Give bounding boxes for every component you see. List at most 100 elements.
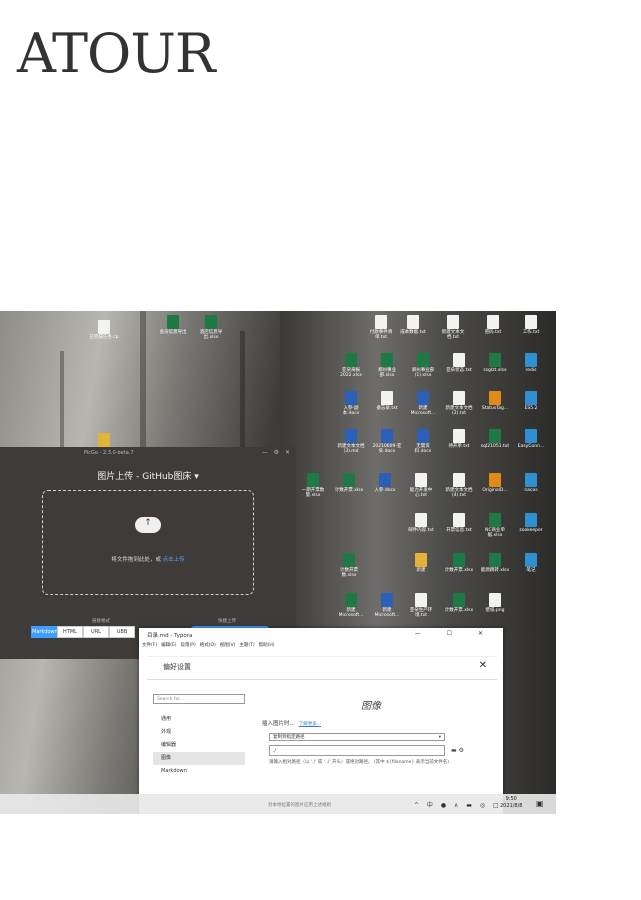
desktop-icon[interactable]: 亚朵海报2022.xlsx	[336, 353, 366, 378]
desktop-icon[interactable]: 密码.txt	[478, 315, 508, 335]
desktop-icon[interactable]: 无需资料.docx	[408, 429, 438, 454]
desktop-icon[interactable]: 新建文本文档(3).md	[336, 429, 366, 454]
desktop-icon-label: 会员信息导出	[159, 330, 187, 335]
preferences-search-input[interactable]: Search for...	[153, 694, 245, 704]
desktop-icon-label: 20210609-亚朵.docx	[372, 444, 402, 454]
desktop-icon[interactable]: 会员信息导出	[158, 315, 188, 335]
desktop-icon[interactable]: 郑州事业部.xlsx	[372, 353, 402, 378]
desktop-icon[interactable]: 开票信息.txt	[444, 513, 474, 533]
folder-settings-icons[interactable]: ▬ ⚙	[451, 747, 464, 754]
desktop-icon[interactable]: nacos	[516, 473, 546, 493]
menu-item[interactable]: 文件(F)	[142, 642, 157, 648]
desktop-icon[interactable]: 计数开票.xlsx	[444, 553, 474, 573]
format-button-url[interactable]: URL	[83, 626, 109, 638]
desktop-icon[interactable]: 成本数据.txt	[398, 315, 428, 335]
desktop-icon[interactable]: 邮件内容.txt	[406, 513, 436, 533]
desktop-icon[interactable]: redis	[516, 353, 546, 373]
desktop-icon[interactable]: ES5.2	[516, 391, 546, 411]
format-button-markdown[interactable]: Markdown	[31, 626, 58, 638]
taskbar-clock[interactable]: 9:50 2021/8/8	[500, 796, 522, 810]
file-icon	[307, 473, 319, 487]
picgo-upload-heading[interactable]: 图片上传 - GitHub图床 ▾	[0, 469, 296, 482]
desktop-icon[interactable]: 入参.docx	[370, 473, 400, 493]
desktop-icon[interactable]: 新建 Microsoft...	[336, 593, 366, 618]
desktop-icon[interactable]: StatusTag...	[480, 391, 510, 411]
format-button-html[interactable]: HTML	[57, 626, 83, 638]
desktop-icon-label: 新建	[416, 568, 426, 573]
file-icon	[375, 315, 387, 329]
file-icon	[447, 315, 459, 329]
desktop-icon[interactable]: 新建 Microsoft...	[408, 391, 438, 416]
image-rule-checkbox-label: 对本地位置的图片应用上述规则	[268, 803, 331, 808]
desktop-icon[interactable]: 能力开发中心.txt	[406, 473, 436, 498]
insert-image-text: 插入图片时...	[262, 721, 295, 727]
click-upload-link[interactable]: 点击上传	[163, 557, 185, 563]
sidebar-item[interactable]: 外观	[153, 726, 245, 739]
sidebar-item[interactable]: 图像	[153, 752, 245, 765]
desktop-icon-label: 新建 Microsoft...	[374, 608, 400, 618]
desktop-icon-label: 亚朵海报2022.xlsx	[340, 368, 362, 378]
desktop-icon[interactable]: 付款事件清单.txt	[366, 315, 396, 340]
image-path-input[interactable]: ./	[269, 745, 445, 756]
desktop-icon-label: 新建 Microsoft...	[338, 608, 364, 618]
close-icon[interactable]: ✕	[479, 660, 487, 671]
desktop-icon[interactable]: ssglzt.xlsx	[480, 353, 510, 373]
desktop-icon[interactable]: 能源跳转.xlsx	[480, 553, 510, 573]
desktop-icon[interactable]: 计数开票.xlsx	[334, 473, 364, 493]
desktop-icon[interactable]: 壁纸.png	[480, 593, 510, 613]
desktop-icon[interactable]: 新建 Microsoft...	[372, 593, 402, 618]
desktop-icon[interactable]: OriginalD...	[480, 473, 510, 493]
desktop-icon-label: 郑州事业部.xlsx	[378, 368, 396, 378]
desktop-icon[interactable]: 工作.txt	[516, 315, 546, 335]
desktop-icon[interactable]: 待开单.txt	[444, 429, 474, 449]
desktop-icon[interactable]: zookeeper	[516, 513, 546, 533]
notification-icon[interactable]: ▣	[536, 799, 544, 808]
clock-time: 9:50	[505, 796, 517, 802]
desktop-icon[interactable]: sql21051.txt	[480, 429, 510, 449]
desktop-icon[interactable]: 新建	[406, 553, 436, 573]
desktop-icon[interactable]: 一期开票数量.xlsx	[298, 473, 328, 498]
file-icon	[415, 593, 427, 607]
desktop-icon[interactable]: 新建文本文档(2).txt	[444, 391, 474, 416]
desktop-icon[interactable]: 入参-副本.docx	[336, 391, 366, 416]
desktop-icon[interactable]: 亚朵状态.txt	[444, 353, 474, 373]
desktop-icon[interactable]: 20210609-亚朵.docx	[372, 429, 402, 454]
typora-window[interactable]: 目录.md - Typora — ☐ ✕ 文件(F) 编辑(E) 段落(P) 格式(O…	[139, 628, 503, 814]
format-button-ubb[interactable]: UBB	[109, 626, 135, 638]
desktop-icon[interactable]: 计数开票数.xlsx	[334, 553, 364, 578]
desktop-icon[interactable]: EasyConn...	[516, 429, 546, 449]
desktop-icon[interactable]: 笔记	[516, 553, 546, 573]
learn-more-link[interactable]: 了解更多...	[299, 722, 321, 727]
system-tray-icons[interactable]: ^ 中 ● ∧ ▬ ◎ □	[414, 800, 502, 809]
desktop-icon[interactable]: 新建文本文档.txt	[438, 315, 468, 340]
menu-item[interactable]: 视图(V)	[220, 642, 236, 648]
sidebar-item[interactable]: 通用	[153, 713, 245, 726]
desktop-icon[interactable]: 计数开票.xlsx	[444, 593, 474, 613]
desktop-icon[interactable]: 已完成任务.cp	[89, 320, 119, 340]
desktop-icon-label: 壁纸.png	[485, 608, 505, 613]
sidebar-item[interactable]: Markdown	[153, 765, 245, 778]
menu-item[interactable]: 段落(P)	[180, 642, 195, 648]
desktop-icon[interactable]: 郑州事业部(1).xlsx	[408, 353, 438, 378]
typora-window-controls[interactable]: — ☐ ✕	[415, 630, 495, 637]
preferences-sidebar: 通用 外观 编辑器 图像 Markdown	[153, 713, 245, 778]
file-icon	[489, 593, 501, 607]
desktop-icon-label: 计数开票.xlsx	[444, 568, 474, 573]
picgo-window-controls[interactable]: — ⚙ ✕	[262, 449, 292, 456]
desktop-icon[interactable]: 备忘录.txt	[372, 391, 402, 411]
menu-item[interactable]: 编辑(E)	[161, 642, 176, 648]
file-icon	[205, 315, 217, 329]
image-action-select[interactable]: 复制到指定路径 ▾	[269, 733, 445, 741]
upload-drop-zone[interactable]: ↑ 将文件拖到此处，或 点击上传	[42, 490, 254, 595]
desktop-icon[interactable]: 新建文本文档(4).txt	[444, 473, 474, 498]
desktop-icon-label: 一期开票数量.xlsx	[301, 488, 325, 498]
menu-item[interactable]: 主题(T)	[239, 642, 254, 648]
desktop-icon[interactable]: NC商业单据.xlsx	[480, 513, 510, 538]
clock-date: 2021/8/8	[500, 803, 523, 809]
menu-item[interactable]: 帮助(H)	[259, 642, 275, 648]
desktop-icon[interactable]: 酒店信息导出.xlsx	[196, 315, 226, 340]
desktop-icon-label: 新建文本文档(4).txt	[445, 488, 473, 498]
menu-item[interactable]: 格式(O)	[200, 642, 216, 648]
sidebar-item[interactable]: 编辑器	[153, 739, 245, 752]
desktop-icon[interactable]: 亚朵生产环境.txt	[406, 593, 436, 618]
